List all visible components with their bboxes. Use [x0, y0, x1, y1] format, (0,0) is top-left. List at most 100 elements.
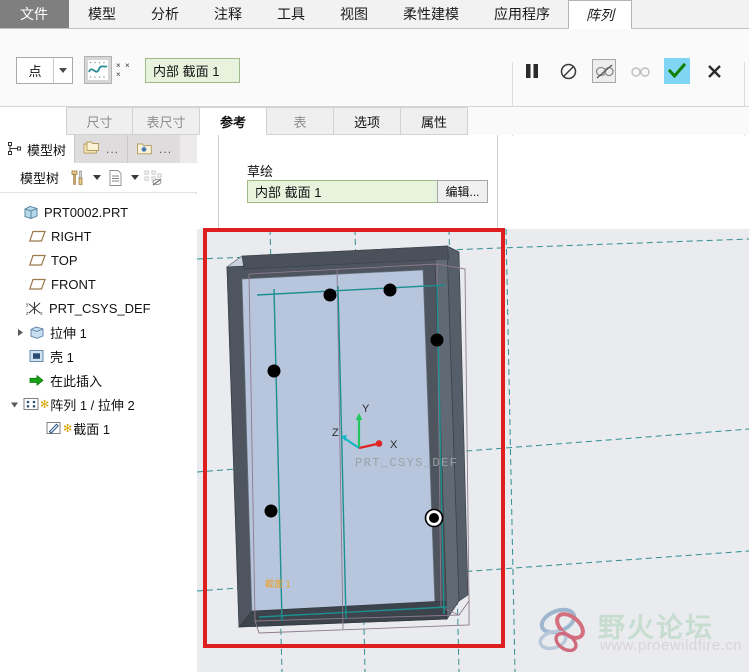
tab-label: 尺寸	[86, 114, 113, 130]
edit-sketch-button[interactable]: 编辑...	[437, 180, 488, 203]
insert-here-icon	[27, 374, 46, 387]
ribbon-tab-pattern[interactable]: 阵列	[568, 0, 632, 29]
ribbon-tab-label: 视图	[340, 6, 368, 22]
tab-table-dimensions[interactable]: 表尺寸	[133, 107, 200, 135]
stop-button[interactable]	[556, 59, 580, 83]
tab-references[interactable]: 参考	[200, 107, 267, 135]
ribbon-tab-tools[interactable]: 工具	[260, 0, 323, 28]
tree-tab-favorites[interactable]: ...	[127, 135, 181, 163]
ribbon-tab-applications[interactable]: 应用程序	[477, 0, 568, 28]
tree-item-label: PRT_CSYS_DEF	[49, 300, 151, 316]
ribbon-tab-annotate[interactable]: 注释	[197, 0, 260, 28]
ribbon-tab-label: 模型	[88, 6, 116, 22]
tree-item-label: 阵列 1 / 拉伸 2	[50, 397, 135, 413]
edit-button-label: 编辑...	[445, 185, 480, 199]
tree-item-plane-front[interactable]: FRONT	[0, 272, 197, 296]
tree-tab-model-tree[interactable]: 模型树	[0, 135, 75, 163]
ribbon-tab-label: 应用程序	[494, 6, 550, 22]
tree-item-section-1[interactable]: ✻ 截面 1	[0, 416, 197, 440]
sketch-curve-icon	[88, 60, 108, 80]
pattern-type-dropdown[interactable]: 点	[16, 57, 73, 84]
pattern-point[interactable]	[264, 504, 278, 518]
tree-item-label: 壳 1	[50, 349, 74, 365]
glasses-button[interactable]	[628, 59, 652, 83]
tree-item-shell-1[interactable]: 壳 1	[0, 344, 197, 368]
svg-text:×: ×	[116, 61, 122, 70]
model-tree-icon	[8, 142, 21, 155]
tree-tab-strip: 模型树 ... ...	[0, 135, 197, 163]
preview-geometry-button[interactable]	[592, 59, 616, 83]
pattern-point-selected[interactable]	[424, 508, 444, 528]
ribbon-tab-label: 分析	[151, 6, 179, 22]
pattern-point[interactable]	[323, 288, 337, 302]
chevron-down-icon[interactable]	[53, 58, 72, 83]
ribbon-tab-model[interactable]: 模型	[71, 0, 134, 28]
pause-button[interactable]	[520, 59, 544, 83]
ribbon-tab-filler	[632, 0, 749, 28]
plane-icon	[28, 230, 47, 243]
sketch-icon	[44, 421, 63, 435]
dashboard-tab-strip: 尺寸 表尺寸 参考 表 选项 属性	[66, 107, 749, 135]
cancel-button[interactable]	[702, 59, 726, 83]
ribbon-tab-label: 文件	[20, 6, 48, 22]
tree-filter-button[interactable]	[143, 167, 165, 189]
layers-folder-icon	[83, 141, 99, 154]
svg-text:x: x	[40, 311, 43, 316]
section-name-field[interactable]: 内部 截面 1	[145, 58, 240, 83]
tab-label: 表尺寸	[146, 114, 186, 130]
ribbon-tab-file[interactable]: 文件	[0, 0, 69, 28]
ribbon-tab-flexible-modeling[interactable]: 柔性建模	[386, 0, 477, 28]
modified-asterisk-icon: ✻	[40, 398, 50, 411]
sketch-name-input[interactable]: 内部 截面 1	[247, 180, 440, 203]
chevron-down-icon-tree-columns[interactable]	[131, 175, 140, 180]
tree-tab-dots-2: ...	[159, 142, 173, 156]
section-name-value: 内部 截面 1	[153, 64, 220, 79]
sketch-curve-button[interactable]	[84, 56, 112, 84]
ribbon-tab-view[interactable]: 视图	[323, 0, 386, 28]
modified-asterisk-icon: ✻	[63, 422, 73, 435]
pattern-point[interactable]	[267, 364, 281, 378]
tree-item-extrude-1[interactable]: 拉伸 1	[0, 320, 197, 344]
tab-dimensions[interactable]: 尺寸	[66, 107, 133, 135]
tree-expander-collapsed[interactable]	[14, 328, 27, 337]
model-tree-pane: 模型树 ... ... 模型树 PRT0002.PRT RIGHT TOP FR…	[0, 135, 197, 672]
section-annotation: 截面 1	[265, 578, 291, 589]
ribbon-tab-analysis[interactable]: 分析	[134, 0, 197, 28]
tree-expander-expanded[interactable]	[8, 400, 21, 409]
axis-y-label: Y	[362, 403, 370, 415]
part-icon	[21, 205, 40, 220]
tree-item-part[interactable]: PRT0002.PRT	[0, 200, 197, 224]
tab-options[interactable]: 选项	[334, 107, 401, 135]
tree-item-plane-top[interactable]: TOP	[0, 248, 197, 272]
tree-settings-button[interactable]	[67, 167, 89, 189]
extrude-icon	[27, 325, 46, 340]
tree-columns-button[interactable]	[105, 167, 127, 189]
tree-item-insert-here[interactable]: 在此插入	[0, 368, 197, 392]
csys-icon: y z x	[26, 301, 45, 316]
tree-item-pattern-1[interactable]: ✻ 阵列 1 / 拉伸 2	[0, 392, 197, 416]
tree-tab-layers[interactable]: ...	[74, 135, 128, 163]
ribbon-tab-label: 柔性建模	[403, 6, 459, 22]
shell-icon	[27, 349, 46, 363]
pause-icon	[526, 64, 538, 78]
tree-item-csys[interactable]: y z x PRT_CSYS_DEF	[0, 296, 197, 320]
svg-text:×: ×	[125, 61, 131, 70]
model-tree-list: PRT0002.PRT RIGHT TOP FRONT y z x PRT_CS…	[0, 194, 197, 672]
tab-label: 选项	[353, 114, 380, 130]
tree-item-label: FRONT	[51, 276, 96, 292]
tab-properties[interactable]: 属性	[401, 107, 468, 135]
tree-item-plane-right[interactable]: RIGHT	[0, 224, 197, 248]
preview-hidden-icon	[595, 63, 614, 79]
pattern-type-value: 点	[28, 64, 42, 79]
accept-button[interactable]	[664, 58, 690, 84]
chevron-down-icon-tree-settings[interactable]	[93, 175, 102, 180]
tree-item-label: PRT0002.PRT	[44, 204, 129, 220]
tree-item-label: 拉伸 1	[50, 325, 87, 341]
tree-filter-icon	[144, 170, 162, 185]
tab-table[interactable]: 表	[267, 107, 334, 135]
axis-z-label: Z	[332, 427, 339, 439]
tree-tab-dots: ...	[106, 142, 120, 156]
pattern-point[interactable]	[430, 333, 444, 347]
pattern-point[interactable]	[383, 283, 397, 297]
tree-item-label: 在此插入	[50, 373, 103, 389]
